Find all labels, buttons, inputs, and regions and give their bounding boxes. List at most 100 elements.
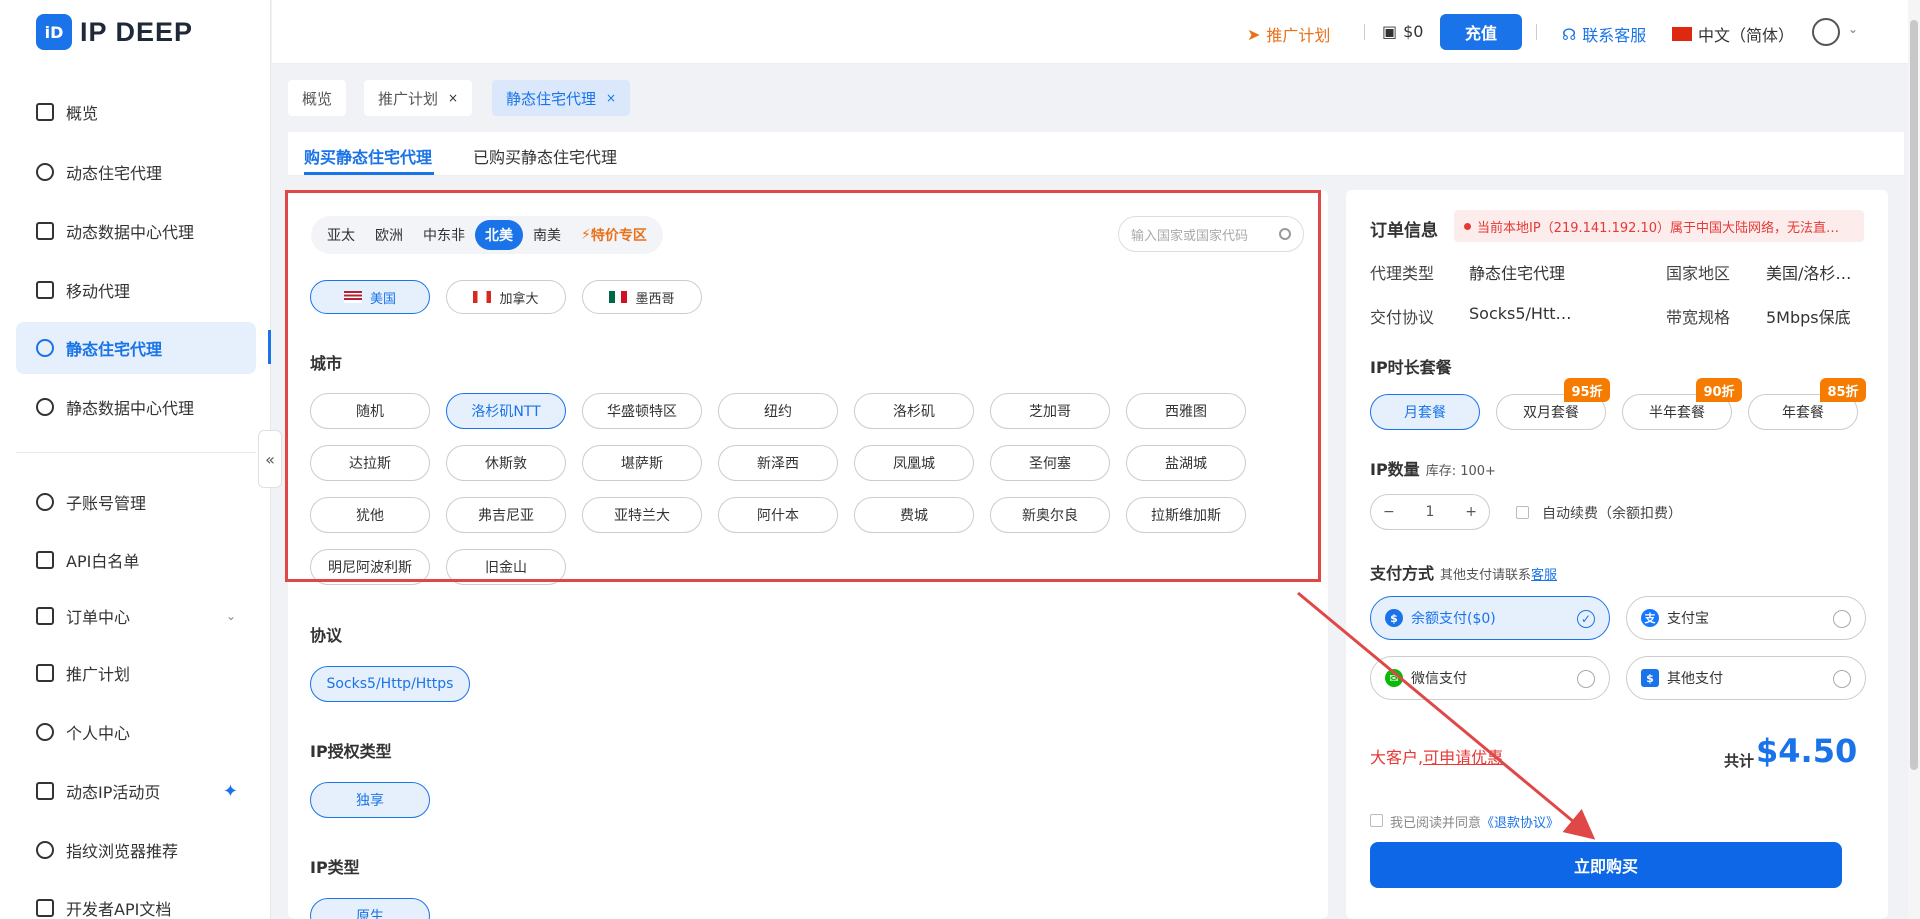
region-asia-pacific[interactable]: 亚太 — [317, 220, 365, 250]
region-middle-east-africa[interactable]: 中东非 — [413, 220, 475, 250]
quantity-value[interactable]: 1 — [1426, 504, 1435, 520]
city-option[interactable]: 洛杉矶 — [854, 393, 974, 429]
country-mexico[interactable]: 墨西哥 — [582, 280, 702, 314]
sidebar-item-dynamic-datacenter[interactable]: 动态数据中心代理 — [16, 205, 256, 257]
sidebar-item-label: 动态住宅代理 — [66, 164, 163, 183]
city-option[interactable]: 西雅图 — [1126, 393, 1246, 429]
sidebar-item-profile[interactable]: 个人中心 — [16, 706, 256, 758]
sidebar-item-mobile[interactable]: 移动代理 — [16, 264, 256, 316]
sidebar-item-static-residential[interactable]: 静态住宅代理 — [16, 322, 256, 374]
sidebar-item-orders[interactable]: 订单中心 ⌄ — [16, 590, 256, 642]
sidebar-item-api-whitelist[interactable]: API白名单 — [16, 534, 256, 586]
avatar[interactable] — [1812, 18, 1840, 46]
package-monthly[interactable]: 月套餐 — [1370, 394, 1480, 430]
total-price: $4.50 — [1756, 732, 1858, 770]
page-scrollbar[interactable] — [1908, 0, 1920, 919]
buy-now-button[interactable]: 立即购买 — [1370, 842, 1842, 888]
payment-card-icon: $ — [1641, 669, 1659, 687]
subtab-purchased[interactable]: 已购买静态住宅代理 — [473, 144, 617, 168]
header-divider — [1536, 24, 1537, 40]
logo-icon: iD — [36, 14, 72, 50]
sidebar-item-static-datacenter[interactable]: 静态数据中心代理 — [16, 381, 256, 433]
city-option[interactable]: 拉斯维加斯 — [1126, 497, 1246, 533]
region-europe[interactable]: 欧洲 — [365, 220, 413, 250]
top-header: ➤ 推广计划 ▣ $0 充值 ☊ 联系客服 中文（简体） ⌄ — [272, 0, 1908, 64]
pay-wechat[interactable]: ✉ 微信支付 — [1370, 656, 1610, 700]
quantity-stepper[interactable]: − 1 + — [1370, 494, 1490, 530]
iptype-option[interactable]: 原生 — [310, 898, 430, 919]
support-link[interactable]: ☊ 联系客服 — [1562, 22, 1646, 46]
logo[interactable]: iD IP DEEP — [36, 14, 193, 50]
tab-promotion[interactable]: 推广计划 × — [364, 80, 473, 116]
ip-warning-banner: 当前本地IP（219.141.192.10）属于中国大陆网络，无法直… — [1454, 210, 1864, 242]
region-south-america[interactable]: 南美 — [523, 220, 571, 250]
country-usa[interactable]: 美国 — [310, 280, 430, 314]
city-option[interactable]: 华盛顿特区 — [582, 393, 702, 429]
city-option[interactable]: 纽约 — [718, 393, 838, 429]
tab-overview[interactable]: 概览 — [288, 80, 347, 116]
scrollbar-thumb[interactable] — [1910, 20, 1918, 770]
city-option[interactable]: 阿什本 — [718, 497, 838, 533]
tab-static-residential[interactable]: 静态住宅代理 × — [492, 80, 631, 116]
chevron-down-icon[interactable]: ⌄ — [1848, 22, 1858, 36]
region-special-offers[interactable]: ⚡ 特价专区 — [571, 220, 657, 250]
region-north-america[interactable]: 北美 — [475, 220, 523, 250]
sidebar-item-label: 概览 — [66, 104, 99, 123]
pay-alipay[interactable]: 支支付宝 — [1626, 596, 1866, 640]
city-option[interactable]: 明尼阿波利斯 — [310, 549, 430, 585]
city-option[interactable]: 旧金山 — [446, 549, 566, 585]
sidebar-item-promotion[interactable]: 推广计划 — [16, 647, 256, 699]
city-option[interactable]: 休斯敦 — [446, 445, 566, 481]
city-option[interactable]: 新奥尔良 — [990, 497, 1110, 533]
city-option[interactable]: 圣何塞 — [990, 445, 1110, 481]
close-icon[interactable]: × — [606, 91, 616, 105]
china-flag-icon — [1672, 27, 1692, 41]
close-icon[interactable]: × — [448, 91, 458, 105]
country-canada[interactable]: 加拿大 — [446, 280, 566, 314]
city-option[interactable]: 芝加哥 — [990, 393, 1110, 429]
location-pin-icon — [36, 163, 54, 181]
pay-label: 余额支付($0) — [1411, 611, 1496, 627]
protocol-option[interactable]: Socks5/Http/Https — [310, 666, 470, 702]
minus-button[interactable]: − — [1383, 504, 1395, 520]
city-option[interactable]: 弗吉尼亚 — [446, 497, 566, 533]
city-option[interactable]: 新泽西 — [718, 445, 838, 481]
apply-discount-link[interactable]: 可申请优惠 — [1423, 748, 1503, 767]
city-option[interactable]: 洛杉矶NTT — [446, 393, 566, 429]
sidebar-item-subaccounts[interactable]: 子账号管理 — [16, 476, 256, 528]
pay-balance[interactable]: $ 余额支付($0) ✓ — [1370, 596, 1610, 640]
language-selector[interactable]: 中文（简体） — [1672, 22, 1794, 46]
city-option[interactable]: 达拉斯 — [310, 445, 430, 481]
big-customer-text: 大客户, — [1370, 748, 1424, 767]
subtab-buy[interactable]: 购买静态住宅代理 — [304, 144, 432, 168]
city-option[interactable]: 费城 — [854, 497, 974, 533]
city-option[interactable]: 凤凰城 — [854, 445, 974, 481]
sidebar-item-developer-api[interactable]: 开发者API文档 — [16, 882, 256, 919]
collapse-sidebar-button[interactable]: « — [258, 430, 282, 488]
country-label: 加拿大 — [499, 291, 539, 307]
topup-button[interactable]: 充值 — [1440, 14, 1522, 50]
agree-checkbox[interactable] — [1370, 814, 1383, 827]
sidebar-item-overview[interactable]: 概览 — [16, 86, 256, 138]
city-option[interactable]: 盐湖城 — [1126, 445, 1246, 481]
country-search-input[interactable]: 输入国家或国家代码 — [1118, 216, 1304, 252]
big-customer-note: 大客户,可申请优惠 — [1370, 744, 1503, 768]
proxy-type-label: 代理类型 — [1370, 264, 1435, 283]
city-option[interactable]: 亚特兰大 — [582, 497, 702, 533]
refund-policy-link[interactable]: 《退款协议》 — [1481, 816, 1559, 831]
city-option[interactable]: 随机 — [310, 393, 430, 429]
send-icon — [36, 664, 54, 682]
auth-option[interactable]: 独享 — [310, 782, 430, 818]
pay-other[interactable]: $ 其他支付 — [1626, 656, 1866, 700]
city-option[interactable]: 堪萨斯 — [582, 445, 702, 481]
auto-renew-checkbox[interactable] — [1516, 506, 1529, 519]
city-option[interactable]: 犹他 — [310, 497, 430, 533]
sidebar-item-fingerprint-browser[interactable]: 指纹浏览器推荐 — [16, 824, 256, 876]
support-link[interactable]: 客服 — [1531, 568, 1557, 583]
magic-wand-icon — [36, 782, 54, 800]
sidebar-item-dynamic-residential[interactable]: 动态住宅代理 — [16, 146, 256, 198]
header-promo-link[interactable]: ➤ 推广计划 — [1247, 22, 1330, 46]
protocol-label: 交付协议 — [1370, 308, 1435, 327]
sidebar-item-dynamic-ip-activity[interactable]: 动态IP活动页 ✦ — [16, 765, 256, 817]
plus-button[interactable]: + — [1465, 504, 1477, 520]
